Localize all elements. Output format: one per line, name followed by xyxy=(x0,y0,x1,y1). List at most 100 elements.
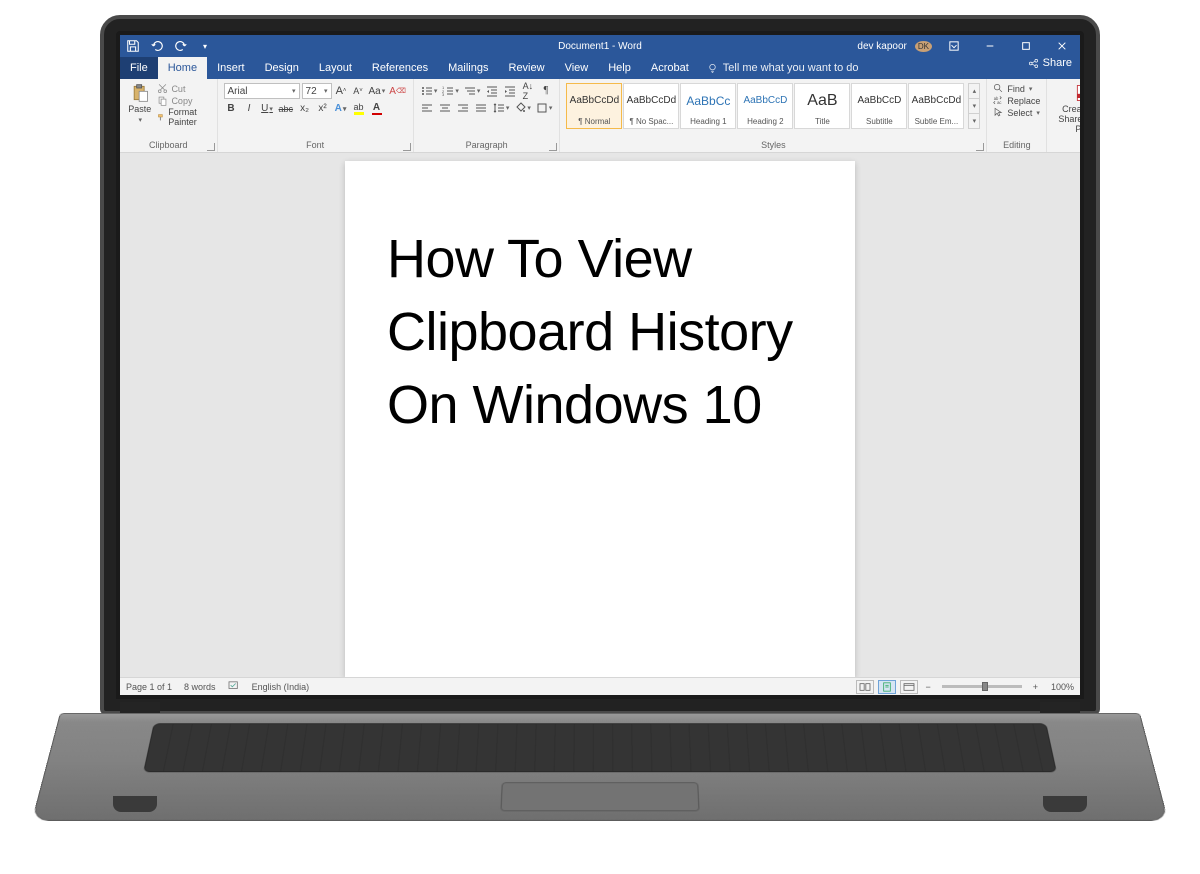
clipboard-dialog-launcher[interactable] xyxy=(207,143,215,151)
styles-expand[interactable]: ▾ xyxy=(969,114,979,128)
ribbon-options-icon[interactable] xyxy=(940,35,968,57)
decrease-indent-button[interactable] xyxy=(484,83,499,98)
lightbulb-icon xyxy=(707,63,718,74)
print-layout-button[interactable] xyxy=(878,680,896,694)
share-icon xyxy=(1028,58,1039,69)
font-color-button[interactable]: A xyxy=(369,101,384,116)
group-clipboard: Paste ▾ Cut Copy Format Painter Clipboar… xyxy=(120,79,218,152)
shrink-font-button[interactable]: A˅ xyxy=(351,84,366,99)
multilevel-list-button[interactable]: ▾ xyxy=(463,83,482,98)
zoom-out-button[interactable]: − xyxy=(922,682,933,692)
undo-icon[interactable] xyxy=(150,39,164,53)
zoom-thumb[interactable] xyxy=(982,682,988,691)
bullets-button[interactable]: ▾ xyxy=(420,83,439,98)
multilevel-icon xyxy=(464,85,476,97)
copy-button[interactable]: Copy xyxy=(157,95,210,106)
subscript-button[interactable]: x₂ xyxy=(297,101,312,116)
shading-button[interactable]: ▾ xyxy=(513,100,532,115)
paragraph-dialog-launcher[interactable] xyxy=(549,143,557,151)
tab-help[interactable]: Help xyxy=(598,57,641,79)
align-left-button[interactable] xyxy=(420,100,435,115)
tab-home[interactable]: Home xyxy=(158,57,207,79)
find-button[interactable]: Find▾ xyxy=(993,83,1040,94)
styles-dialog-launcher[interactable] xyxy=(976,143,984,151)
read-mode-button[interactable] xyxy=(856,680,874,694)
style-item-4[interactable]: AaBTitle xyxy=(794,83,850,129)
select-button[interactable]: Select▾ xyxy=(993,107,1040,118)
redo-icon[interactable] xyxy=(174,39,188,53)
align-right-button[interactable] xyxy=(456,100,471,115)
underline-button[interactable]: U▾ xyxy=(260,101,275,116)
style-item-0[interactable]: AaBbCcDd¶ Normal xyxy=(566,83,622,129)
italic-button[interactable]: I xyxy=(242,101,257,116)
font-size-selector[interactable]: 72▾ xyxy=(302,83,332,99)
format-painter-button[interactable]: Format Painter xyxy=(157,107,210,127)
increase-indent-button[interactable] xyxy=(502,83,517,98)
style-preview: AaBbCcDd xyxy=(912,84,961,117)
paste-button[interactable]: Paste ▾ xyxy=(126,83,153,125)
tab-insert[interactable]: Insert xyxy=(207,57,255,79)
user-avatar[interactable]: DK xyxy=(915,41,932,52)
language-indicator[interactable]: English (India) xyxy=(252,682,310,692)
highlight-button[interactable]: ab xyxy=(351,101,366,116)
sort-button[interactable]: A↓Z xyxy=(520,83,535,98)
page[interactable]: How To View Clipboard History On Windows… xyxy=(345,161,855,677)
font-name-selector[interactable]: Arial▾ xyxy=(224,83,300,99)
replace-button[interactable]: abacReplace xyxy=(993,95,1040,106)
zoom-level[interactable]: 100% xyxy=(1051,682,1074,692)
align-center-button[interactable] xyxy=(438,100,453,115)
tab-references[interactable]: References xyxy=(362,57,438,79)
share-button[interactable]: Share xyxy=(1028,57,1072,69)
strike-button[interactable]: abc xyxy=(278,101,295,116)
group-font: Arial▾ 72▾ A˄ A˅ Aa▾ A⌫ B I U▾ abc xyxy=(218,79,414,152)
create-share-pdf-button[interactable]: Create and Share Adobe PDF xyxy=(1053,83,1080,135)
style-item-2[interactable]: AaBbCcHeading 1 xyxy=(680,83,736,129)
clear-formatting-button[interactable]: A⌫ xyxy=(388,84,407,99)
tell-me-search[interactable]: Tell me what you want to do xyxy=(707,57,859,79)
minimize-button[interactable] xyxy=(976,35,1004,57)
zoom-in-button[interactable]: + xyxy=(1030,682,1041,692)
grow-font-button[interactable]: A˄ xyxy=(334,84,349,99)
justify-button[interactable] xyxy=(474,100,489,115)
style-item-5[interactable]: AaBbCcDSubtitle xyxy=(851,83,907,129)
bold-button[interactable]: B xyxy=(224,101,239,116)
zoom-slider[interactable] xyxy=(942,685,1022,688)
tab-acrobat[interactable]: Acrobat xyxy=(641,57,699,79)
tab-mailings[interactable]: Mailings xyxy=(438,57,498,79)
qat-customize-icon[interactable]: ▾ xyxy=(198,39,212,53)
tab-design[interactable]: Design xyxy=(255,57,309,79)
font-size-value: 72 xyxy=(306,86,317,97)
styles-scroll[interactable]: ▴ ▾ ▾ xyxy=(968,83,980,129)
text-effects-button[interactable]: A▾ xyxy=(333,101,348,116)
tab-review[interactable]: Review xyxy=(499,57,555,79)
font-dialog-launcher[interactable] xyxy=(403,143,411,151)
styles-scroll-down[interactable]: ▾ xyxy=(969,99,979,114)
tab-view[interactable]: View xyxy=(555,57,599,79)
web-layout-button[interactable] xyxy=(900,680,918,694)
style-item-6[interactable]: AaBbCcDdSubtle Em... xyxy=(908,83,964,129)
style-preview: AaBbCcD xyxy=(857,84,901,117)
tab-layout[interactable]: Layout xyxy=(309,57,362,79)
borders-button[interactable]: ▾ xyxy=(535,100,554,115)
page-indicator[interactable]: Page 1 of 1 xyxy=(126,682,172,692)
superscript-button[interactable]: x² xyxy=(315,101,330,116)
styles-scroll-up[interactable]: ▴ xyxy=(969,84,979,99)
show-marks-button[interactable]: ¶ xyxy=(538,83,553,98)
font-name-value: Arial xyxy=(228,86,248,97)
change-case-button[interactable]: Aa▾ xyxy=(368,84,387,99)
spellcheck-icon[interactable] xyxy=(228,681,240,693)
style-item-3[interactable]: AaBbCcDHeading 2 xyxy=(737,83,793,129)
style-item-1[interactable]: AaBbCcDd¶ No Spac... xyxy=(623,83,679,129)
document-body-text[interactable]: How To View Clipboard History On Windows… xyxy=(387,223,813,442)
maximize-button[interactable] xyxy=(1012,35,1040,57)
tab-file[interactable]: File xyxy=(120,57,158,79)
close-button[interactable] xyxy=(1048,35,1076,57)
select-icon xyxy=(993,107,1004,118)
save-icon[interactable] xyxy=(126,39,140,53)
word-count[interactable]: 8 words xyxy=(184,682,216,692)
user-name[interactable]: dev kapoor xyxy=(857,41,906,52)
cut-button[interactable]: Cut xyxy=(157,83,210,94)
line-spacing-button[interactable]: ▾ xyxy=(492,100,511,115)
document-area[interactable]: How To View Clipboard History On Windows… xyxy=(120,153,1080,677)
numbering-button[interactable]: 123▾ xyxy=(441,83,460,98)
